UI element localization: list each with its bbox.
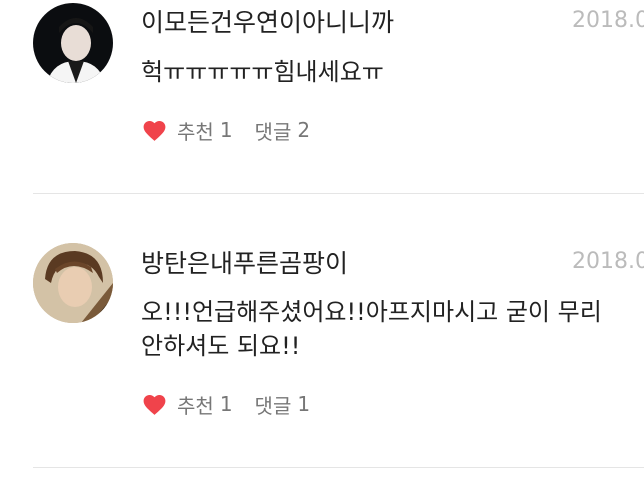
divider	[33, 467, 644, 468]
like-count: 1	[219, 118, 233, 142]
comment-actions: 추천 1 댓글 1	[141, 389, 310, 419]
like-label[interactable]: 추천	[177, 390, 214, 419]
username[interactable]: 방탄은내푸른곰팡이	[141, 248, 348, 280]
reply-label[interactable]: 댓글	[255, 116, 292, 145]
username[interactable]: 이모든건우연이아니니까	[141, 7, 394, 39]
timestamp: 2018.0	[572, 8, 644, 33]
avatar[interactable]	[33, 3, 113, 83]
avatar-image	[33, 3, 113, 83]
divider	[33, 193, 644, 194]
like-label[interactable]: 추천	[177, 116, 214, 145]
reply-label[interactable]: 댓글	[255, 390, 292, 419]
comment-text: 헉ㅠㅠㅠㅠㅠ힘내세요ㅠ	[141, 58, 384, 86]
avatar-image	[33, 243, 113, 323]
comment-text-line: 오!!!언급해주셨어요!!아프지마시고 굳이 무리	[141, 298, 602, 326]
heart-icon[interactable]	[141, 118, 168, 142]
comment-text-line: 안하셔도 되요!!	[141, 332, 301, 360]
reply-count: 1	[297, 392, 311, 416]
like-count: 1	[219, 392, 233, 416]
avatar[interactable]	[33, 243, 113, 323]
comment-actions: 추천 1 댓글 2	[141, 115, 310, 145]
timestamp: 2018.0	[572, 249, 644, 274]
reply-count: 2	[297, 118, 311, 142]
heart-icon[interactable]	[141, 392, 168, 416]
